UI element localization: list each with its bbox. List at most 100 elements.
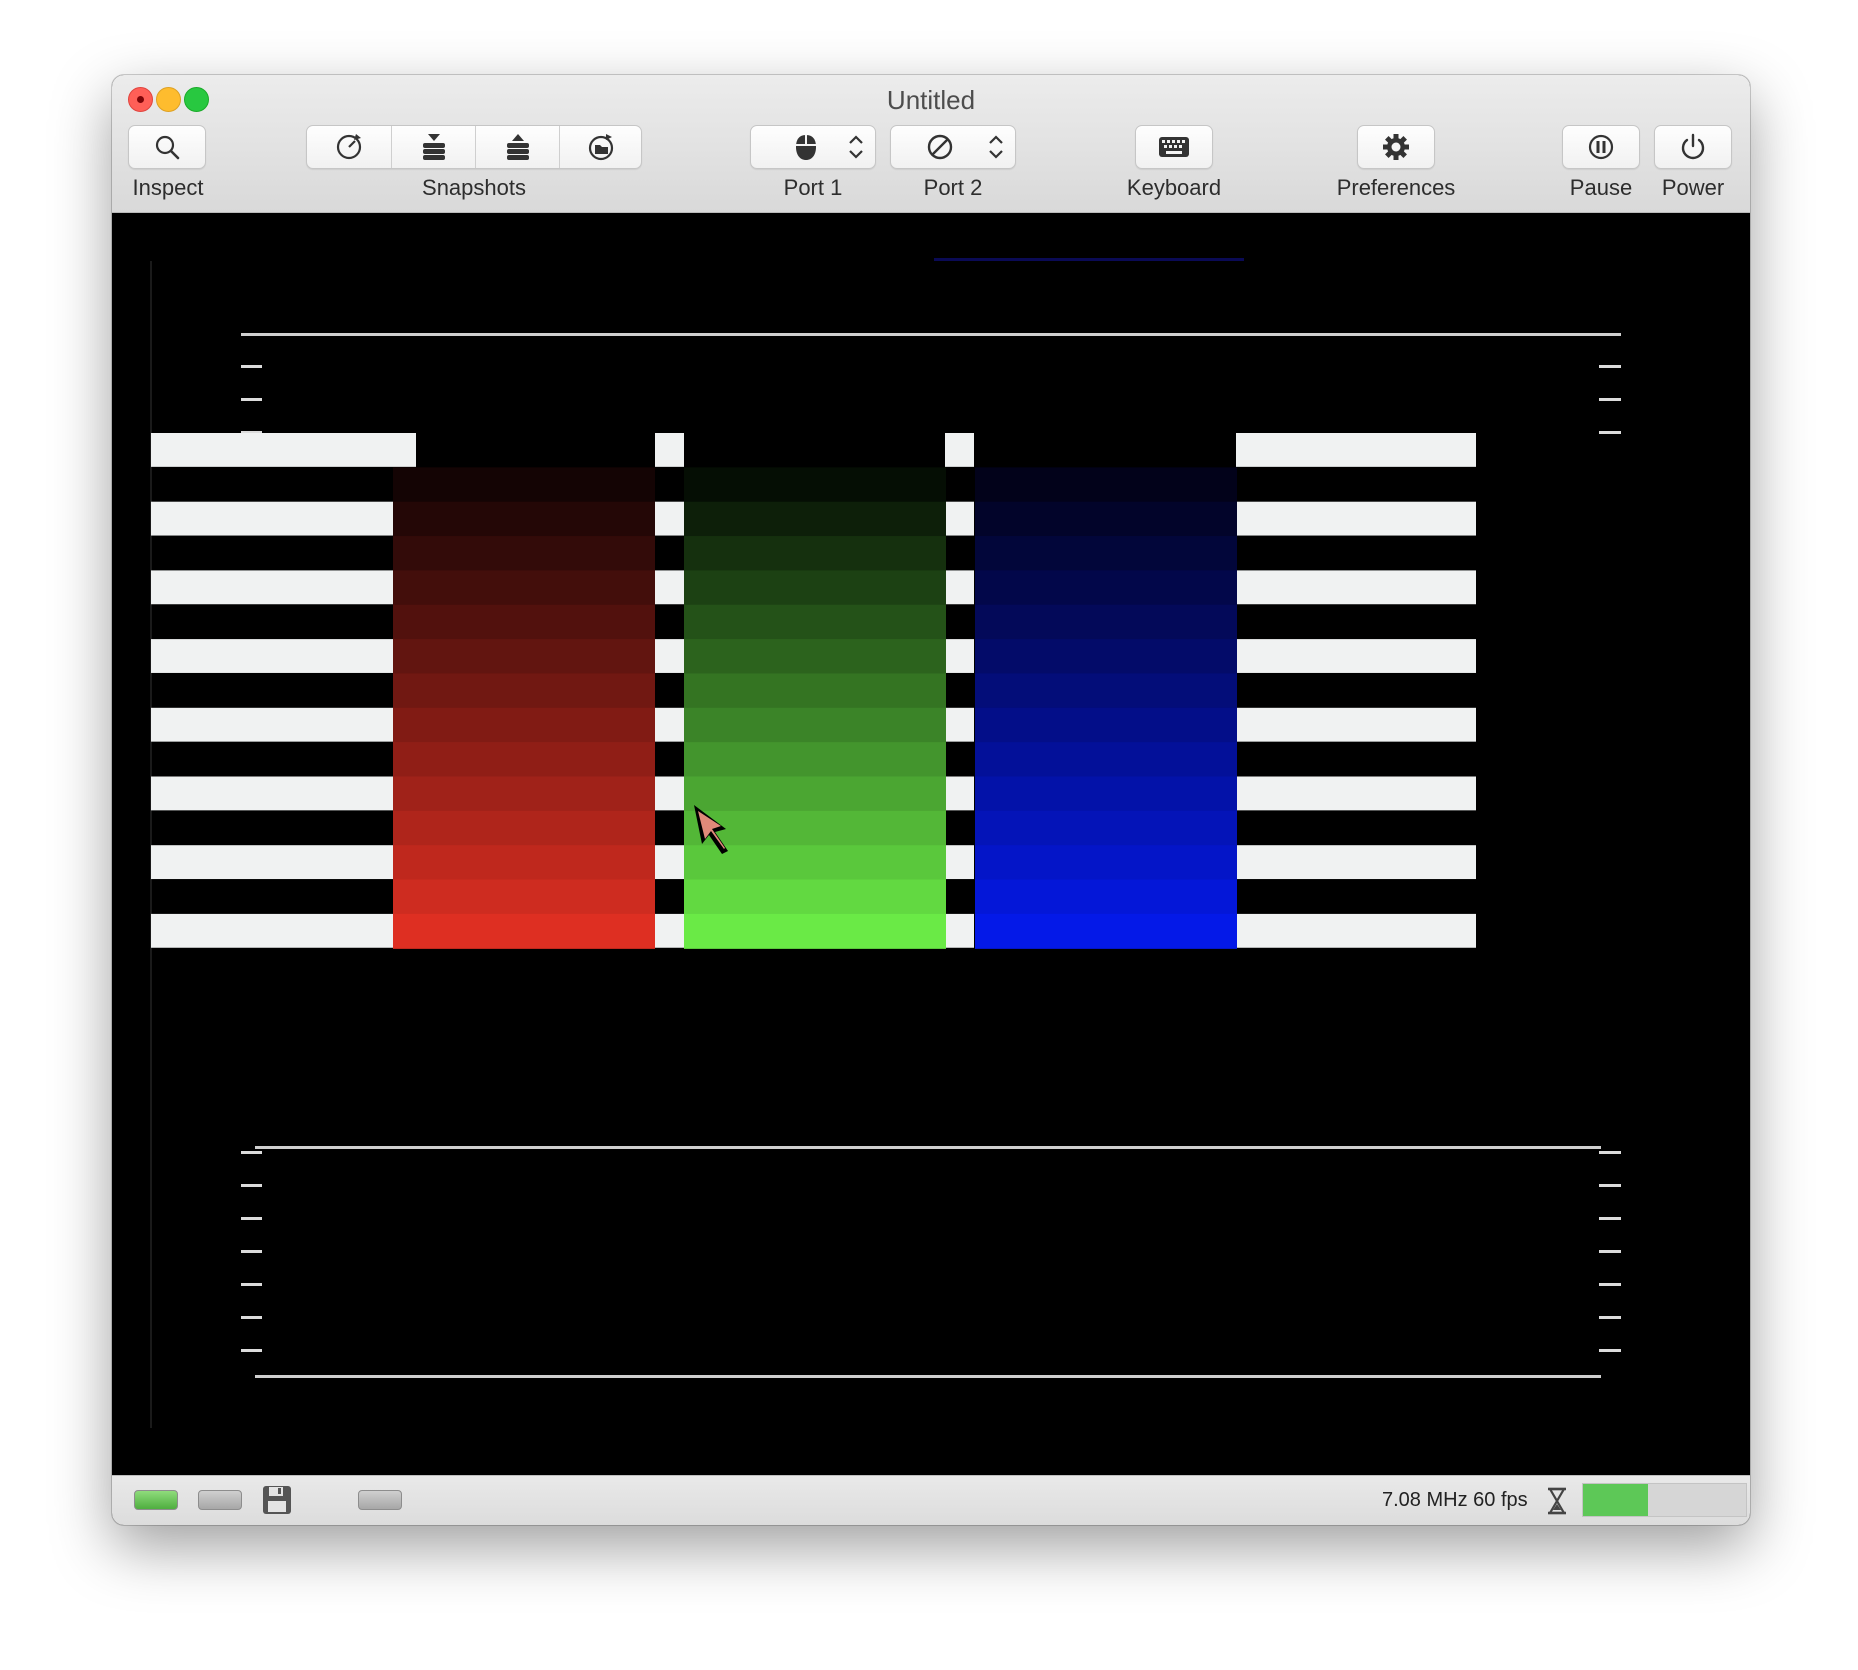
stripe-segment — [655, 776, 684, 811]
tick-mark — [241, 1151, 262, 1154]
tick-mark — [1599, 1184, 1621, 1187]
stripe-segment — [655, 913, 684, 948]
blue-bar-step — [975, 467, 1237, 503]
tick-mark — [241, 1217, 262, 1220]
red-bar-step — [393, 536, 655, 571]
keyboard-label: Keyboard — [1126, 175, 1222, 200]
red-bar-step — [393, 810, 655, 846]
status-bar: 7.08 MHz 60 fps — [112, 1475, 1750, 1525]
inspect-label: Inspect — [132, 175, 204, 200]
screen-canvas — [150, 258, 1621, 1428]
tick-mark — [1599, 1283, 1621, 1286]
red-bar-step — [393, 570, 655, 606]
stripe-segment — [151, 433, 416, 467]
power-button[interactable] — [1654, 125, 1732, 169]
magnifier-icon — [155, 135, 180, 160]
inspect-button[interactable] — [128, 125, 206, 169]
stripe-segment — [945, 570, 974, 605]
red-bar-step — [393, 501, 655, 537]
stripe-segment — [151, 845, 416, 880]
stripe-segment — [1236, 707, 1476, 742]
blue-bar-step — [975, 879, 1237, 915]
stripe-segment — [151, 776, 416, 811]
blue-bar-step — [975, 913, 1237, 949]
browse-snapshots-button[interactable] — [559, 126, 642, 168]
stripe-segment — [1236, 913, 1476, 948]
blue-bar-step — [975, 673, 1237, 709]
tick-mark — [1599, 1217, 1621, 1220]
drive2-led — [198, 1490, 242, 1510]
tick-mark — [1599, 1349, 1621, 1352]
window-title: Untitled — [886, 85, 976, 115]
auto-snapshot-button[interactable] — [307, 126, 391, 168]
stripe-segment — [1236, 570, 1476, 605]
green-bar-step — [684, 879, 946, 915]
stripe-segment — [1236, 776, 1476, 811]
stripe-segment — [1236, 433, 1476, 467]
port1-popup-button[interactable] — [750, 125, 876, 169]
tick-mark — [241, 1184, 262, 1187]
stripe-segment — [655, 845, 684, 880]
emulator-screen[interactable] — [112, 213, 1750, 1475]
hourglass-icon[interactable] — [1544, 1486, 1570, 1516]
green-bar-step — [684, 570, 946, 606]
stripe-segment — [1236, 845, 1476, 880]
stripe-segment — [151, 913, 416, 948]
stripe-segment — [655, 570, 684, 605]
green-bar-step — [684, 673, 946, 709]
blue-bar-step — [975, 604, 1237, 640]
stripe-segment — [945, 433, 974, 467]
drive1-led — [134, 1490, 178, 1510]
tick-mark — [241, 1250, 262, 1253]
blue-bar-step — [975, 570, 1237, 606]
stripe-segment — [655, 639, 684, 673]
stripe-segment — [945, 501, 974, 536]
browse-snapshots-icon — [588, 134, 614, 161]
tick-mark — [1599, 1151, 1621, 1154]
blue-bar-step — [975, 810, 1237, 846]
tick-mark — [241, 1316, 262, 1319]
mouse-icon — [796, 135, 816, 160]
red-bar-step — [393, 845, 655, 881]
stripe-segment — [151, 501, 416, 536]
stripe-segment — [945, 776, 974, 811]
red-bar-step — [393, 707, 655, 743]
power-icon — [1681, 133, 1705, 160]
top-blue-line — [934, 258, 1244, 261]
green-bar-step — [684, 913, 946, 949]
preferences-button[interactable] — [1357, 125, 1435, 169]
stepper-chevrons-icon — [849, 135, 863, 159]
snapshots-segmented-control — [306, 125, 642, 169]
no-device-icon — [927, 134, 953, 160]
lower-frame-bottom-line — [255, 1375, 1601, 1378]
red-bar-step — [393, 776, 655, 812]
stepper-chevrons-icon — [989, 135, 1003, 159]
emulator-window: Untitled Inspect Snapshots Port 1 Port 2… — [112, 75, 1750, 1525]
red-bar-step — [393, 467, 655, 503]
port1-label: Port 1 — [783, 175, 843, 200]
stripe-segment — [655, 433, 684, 467]
pause-label: Pause — [1569, 175, 1633, 200]
green-bar-step — [684, 776, 946, 812]
stripe-segment — [655, 501, 684, 536]
blue-bar-step — [975, 536, 1237, 571]
restore-snapshot-button[interactable] — [475, 126, 560, 168]
tick-mark — [241, 1349, 262, 1352]
tick-mark — [1599, 431, 1621, 434]
tick-mark — [1599, 1316, 1621, 1319]
tick-mark — [1599, 365, 1621, 368]
blue-bar-step — [975, 845, 1237, 881]
stripe-segment — [655, 707, 684, 742]
keyboard-button[interactable] — [1135, 125, 1213, 169]
pause-icon — [1588, 134, 1614, 160]
tick-mark — [1599, 398, 1621, 401]
restore-snapshot-icon — [507, 134, 529, 160]
take-snapshot-button[interactable] — [391, 126, 476, 168]
port2-popup-button[interactable] — [890, 125, 1016, 169]
stripe-segment — [945, 845, 974, 880]
pause-button[interactable] — [1562, 125, 1640, 169]
red-bar-step — [393, 913, 655, 949]
green-bar-step — [684, 467, 946, 503]
gear-icon — [1383, 134, 1409, 160]
floppy-disk-icon[interactable] — [261, 1484, 293, 1516]
